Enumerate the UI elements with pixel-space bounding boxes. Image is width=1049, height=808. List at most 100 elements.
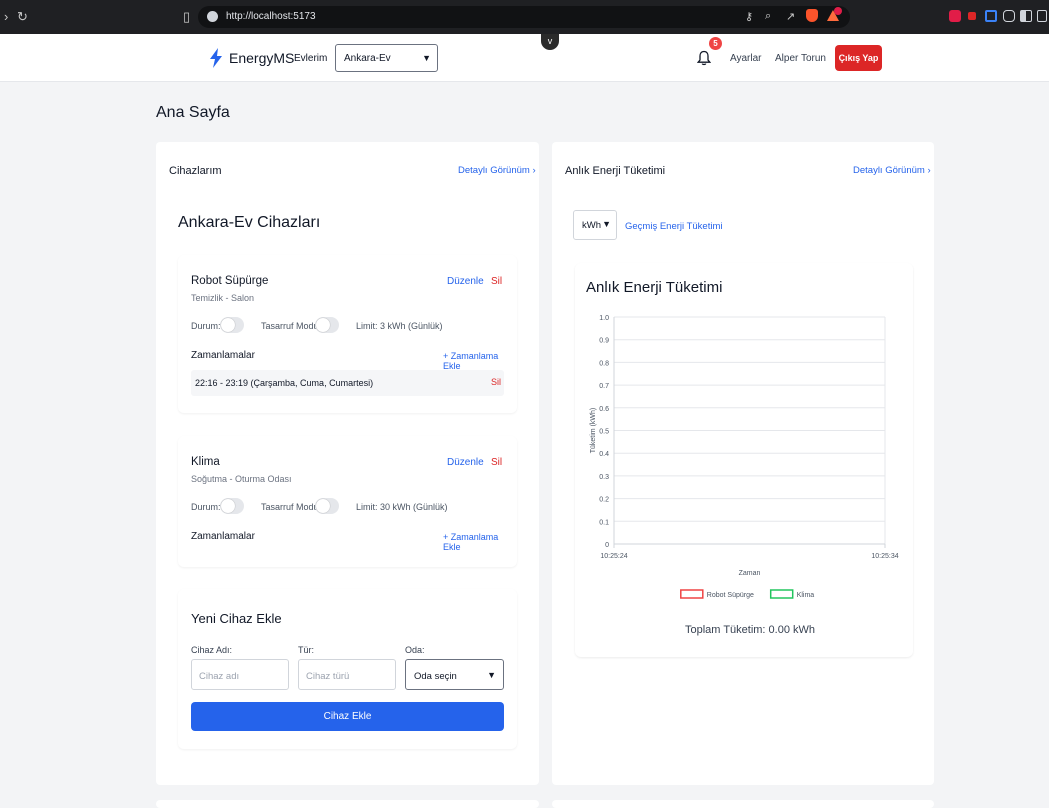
delete-device-button[interactable]: Sil	[491, 276, 502, 287]
app-header: EnergyMS Evlerim Ankara-Ev ▼ v 5 Ayarlar…	[0, 34, 1049, 82]
status-label: Durum:	[191, 502, 221, 512]
energy-card-bottom	[552, 800, 934, 808]
total-consumption: Toplam Tüketim: 0.00 kWh	[685, 624, 816, 636]
y-tick-label: 0	[605, 542, 609, 549]
x-tick-label: 10:25:34	[871, 553, 898, 560]
reload-icon[interactable]: ↻	[17, 9, 28, 25]
status-toggle[interactable]	[220, 498, 244, 514]
room-select[interactable]: Oda seçin ▼	[405, 659, 504, 690]
y-axis-label: Tüketim (kWh)	[590, 408, 597, 454]
zoom-icon[interactable]: ⌕	[765, 10, 771, 23]
delete-schedule-button[interactable]: Sil	[491, 377, 501, 387]
unit-select[interactable]: kWh ▼	[573, 210, 617, 240]
y-tick-label: 0.2	[599, 497, 609, 504]
devices-detail-link-label: Detaylı Görünüm	[458, 165, 530, 176]
device-type-placeholder: Cihaz türü	[306, 671, 350, 682]
limit-text: Limit: 3 kWh (Günlük)	[356, 321, 443, 331]
energy-card: Anlık Enerji Tüketimi Detaylı Görünüm › …	[552, 142, 934, 785]
youtube-extension-icon[interactable]	[949, 10, 961, 22]
nav-link-settings[interactable]: Ayarlar	[730, 53, 762, 64]
device-name: Robot Süpürge	[191, 275, 269, 287]
screenshot-extension-icon[interactable]	[985, 10, 997, 22]
user-name-link[interactable]: Alper Torun	[775, 53, 826, 64]
chart-title: Anlık Enerji Tüketimi	[586, 279, 723, 296]
sidebar-toggle-icon[interactable]	[1020, 10, 1032, 22]
device-card-robot-supurge: Robot Süpürge Temizlik - Salon Düzenle S…	[178, 255, 517, 413]
add-schedule-button[interactable]: + Zamanlama Ekle	[443, 351, 517, 371]
saving-mode-toggle[interactable]	[315, 317, 339, 333]
bookmark-icon[interactable]: ▯	[183, 9, 190, 25]
saving-mode-toggle[interactable]	[315, 498, 339, 514]
history-link[interactable]: Geçmiş Enerji Tüketimi	[625, 221, 723, 232]
page-title: Ana Sayfa	[156, 104, 230, 121]
status-toggle[interactable]	[220, 317, 244, 333]
room-select-value: Oda seçin	[414, 671, 457, 682]
energy-detail-link-label: Detaylı Görünüm	[853, 165, 925, 176]
y-tick-label: 0.5	[599, 429, 609, 436]
device-type-label: Tür:	[298, 645, 315, 655]
y-tick-label: 0.9	[599, 338, 609, 345]
chevron-down-icon[interactable]: v	[541, 34, 559, 50]
legend-label: Robot Süpürge	[707, 592, 754, 599]
notification-badge: 5	[709, 37, 722, 50]
chevron-down-icon: ▼	[602, 219, 611, 229]
device-name-placeholder: Cihaz adı	[199, 671, 240, 682]
record-extension-icon[interactable]	[968, 12, 976, 20]
brand-name[interactable]: EnergyMS	[229, 50, 294, 66]
saving-mode-label: Tasarruf Modu:	[261, 502, 322, 512]
device-type-input[interactable]: Cihaz türü	[298, 659, 396, 690]
home-select-value: Ankara-Ev	[344, 53, 391, 64]
saving-mode-label: Tasarruf Modu:	[261, 321, 322, 331]
devices-card-title: Cihazlarım	[169, 165, 222, 177]
device-subtitle: Soğutma - Oturma Odası	[191, 474, 292, 484]
energy-card-title: Anlık Enerji Tüketimi	[565, 165, 666, 177]
legend-label: Klima	[797, 592, 815, 599]
logout-button[interactable]: Çıkış Yap	[835, 45, 882, 71]
delete-device-button[interactable]: Sil	[491, 457, 502, 468]
wallet-icon[interactable]	[1037, 10, 1047, 22]
y-tick-label: 1.0	[599, 315, 609, 322]
home-select[interactable]: Ankara-Ev ▼	[335, 44, 438, 72]
schedules-label: Zamanlamalar	[191, 531, 255, 542]
new-device-title: Yeni Cihaz Ekle	[191, 611, 282, 626]
nav-link-homes[interactable]: Evlerim	[294, 53, 327, 64]
key-icon[interactable]: ⚷	[745, 10, 753, 23]
forward-icon[interactable]: ›	[4, 9, 8, 25]
y-tick-label: 0.8	[599, 360, 609, 367]
schedule-row: 22:16 - 23:19 (Çarşamba, Cuma, Cumartesi…	[191, 370, 504, 396]
chevron-down-icon: ▼	[487, 670, 496, 680]
bell-icon[interactable]	[697, 50, 711, 66]
unit-select-value: kWh	[582, 220, 601, 231]
chevron-right-icon: ›	[532, 165, 536, 176]
brave-shield-icon[interactable]	[806, 9, 818, 22]
new-device-form: Yeni Cihaz Ekle Cihaz Adı: Cihaz adı Tür…	[178, 589, 517, 749]
site-info-icon[interactable]	[207, 11, 218, 22]
energy-line-chart: 0 0.1 0.2 0.3 0.4 0.5 0.6 0.7 0.8 0.9 1.0 10:25:24 1…	[590, 315, 899, 599]
chart-card: Anlık Enerji Tüketimi 0 0.1 0.2 0.3 0.4 0.5 0.…	[575, 263, 913, 657]
edit-device-button[interactable]: Düzenle	[447, 276, 484, 287]
devices-section-title: Ankara-Ev Cihazları	[178, 214, 321, 231]
share-icon[interactable]: ↗	[786, 10, 795, 23]
y-tick-label: 0.1	[599, 519, 609, 526]
energy-detail-link[interactable]: Detaylı Görünüm ›	[853, 165, 931, 176]
devices-detail-link[interactable]: Detaylı Görünüm ›	[458, 165, 536, 176]
y-tick-label: 0.4	[599, 451, 609, 458]
address-bar[interactable]: http://localhost:5173 ⚷ ⌕ ↗	[198, 6, 850, 28]
rewards-badge	[834, 7, 842, 15]
device-name: Klima	[191, 456, 220, 468]
legend-swatch	[769, 589, 794, 599]
room-label: Oda:	[405, 645, 425, 655]
edit-device-button[interactable]: Düzenle	[447, 457, 484, 468]
address-url[interactable]: http://localhost:5173	[226, 11, 316, 22]
y-tick-label: 0.7	[599, 383, 609, 390]
chevron-down-icon: ▼	[422, 53, 431, 63]
device-subtitle: Temizlik - Salon	[191, 293, 255, 303]
add-schedule-button[interactable]: + Zamanlama Ekle	[443, 532, 517, 552]
extensions-puzzle-icon[interactable]	[1003, 10, 1015, 22]
device-name-input[interactable]: Cihaz adı	[191, 659, 289, 690]
y-tick-label: 0.6	[599, 406, 609, 413]
add-device-button[interactable]: Cihaz Ekle	[191, 702, 504, 731]
lightning-bolt-icon	[210, 48, 222, 68]
devices-card: Cihazlarım Detaylı Görünüm › Ankara-Ev C…	[156, 142, 539, 785]
x-tick-label: 10:25:24	[600, 553, 627, 560]
